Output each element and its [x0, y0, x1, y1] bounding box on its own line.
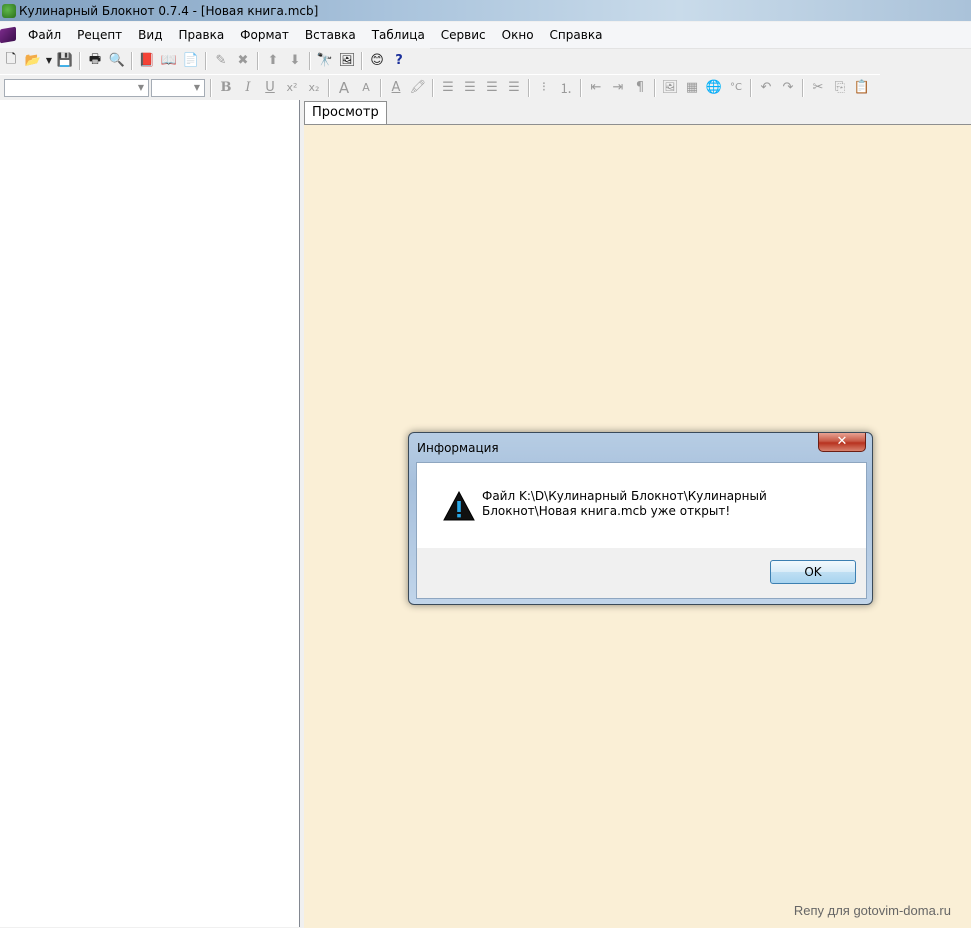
menu-insert[interactable]: Вставка	[297, 22, 364, 48]
paste-icon[interactable]: 📋	[851, 77, 873, 99]
chevron-down-icon: ▼	[193, 83, 201, 92]
close-button[interactable]: ✕	[818, 433, 866, 452]
underline-icon[interactable]: U	[259, 77, 281, 99]
ok-button[interactable]: OK	[770, 560, 856, 584]
smiley-icon[interactable]: 😊	[366, 50, 388, 72]
binoculars-find-icon[interactable]: 🔭	[314, 50, 336, 72]
toolbar-separator	[205, 51, 207, 70]
new-file-icon[interactable]: 🗋	[0, 50, 22, 72]
indent-icon[interactable]: ⇥	[607, 77, 629, 99]
undo-icon[interactable]: ↶	[755, 77, 777, 99]
highlight-icon[interactable]: 🖍	[407, 77, 429, 99]
insert-table-icon[interactable]: ▦	[681, 77, 703, 99]
superscript-icon[interactable]: x²	[281, 77, 303, 99]
toolbar-separator	[380, 78, 382, 97]
dialog-message: Файл K:\D\Кулинарный Блокнот\Кулинарный …	[482, 489, 767, 518]
delete-icon[interactable]: ✖	[232, 50, 254, 72]
toolbar-separator	[257, 51, 259, 70]
menu-recipe[interactable]: Рецепт	[69, 22, 130, 48]
increase-font-icon[interactable]: A	[333, 77, 355, 99]
menu-help[interactable]: Справка	[542, 22, 611, 48]
toolbar-separator	[654, 78, 656, 97]
italic-icon[interactable]: I	[237, 77, 259, 99]
main-toolbar: 🗋 📂 ▼ 💾 🖶 🔍 📕 📖 📄 ✎ ✖ ⬆ ⬇ 🔭 🖼 😊 ?	[0, 48, 430, 73]
info-dialog: Информация ✕ Файл K:\D\Кулинарный Блокно…	[408, 432, 873, 605]
toolbar-separator	[309, 51, 311, 70]
align-right-icon[interactable]: ☰	[481, 77, 503, 99]
warning-icon	[443, 491, 475, 521]
open-book-icon[interactable]: 📖	[158, 50, 180, 72]
toolbar-separator	[802, 78, 804, 97]
toolbar-separator	[580, 78, 582, 97]
watermark-text: Reпу для gotovim-doma.ru	[793, 903, 951, 918]
print-preview-icon[interactable]: 🔍	[106, 50, 128, 72]
align-left-icon[interactable]: ☰	[437, 77, 459, 99]
decrease-font-icon[interactable]: A	[355, 77, 377, 99]
print-icon[interactable]: 🖶	[84, 50, 106, 72]
insert-picture-icon[interactable]: 🖼	[659, 77, 681, 99]
outdent-icon[interactable]: ⇤	[585, 77, 607, 99]
edit-recipe-icon[interactable]: ✎	[210, 50, 232, 72]
menu-service[interactable]: Сервис	[433, 22, 494, 48]
window-titlebar[interactable]: Кулинарный Блокнот 0.7.4 - [Новая книга.…	[0, 0, 971, 21]
dialog-body: Файл K:\D\Кулинарный Блокнот\Кулинарный …	[416, 462, 867, 599]
format-toolbar: ▼ ▼ B I U x² x₂ A A A 🖍 ☰ ☰ ☰ ☰ ⁝ ⒈ ⇤ ⇥ …	[0, 74, 880, 100]
bold-icon[interactable]: B	[215, 77, 237, 99]
dialog-title: Информация	[417, 441, 499, 455]
dialog-button-bar: OK	[417, 548, 866, 598]
open-dropdown-arrow-icon[interactable]: ▼	[44, 50, 54, 72]
book-icon[interactable]: 📕	[136, 50, 158, 72]
cut-icon[interactable]: ✂	[807, 77, 829, 99]
move-down-icon[interactable]: ⬇	[284, 50, 306, 72]
redo-icon[interactable]: ↷	[777, 77, 799, 99]
menu-bar: Файл Рецепт Вид Правка Формат Вставка Та…	[0, 22, 971, 49]
subscript-icon[interactable]: x₂	[303, 77, 325, 99]
bullet-list-icon[interactable]: ⁝	[533, 77, 555, 99]
menu-file[interactable]: Файл	[20, 22, 69, 48]
document-menu-icon[interactable]	[0, 26, 16, 44]
menu-edit[interactable]: Правка	[171, 22, 233, 48]
copy-icon[interactable]: ⎘	[829, 77, 851, 99]
font-size-combo[interactable]: ▼	[151, 78, 205, 97]
chevron-down-icon: ▼	[137, 83, 145, 92]
toolbar-separator	[131, 51, 133, 70]
menu-table[interactable]: Таблица	[364, 22, 433, 48]
toolbar-separator	[210, 78, 212, 97]
page-icon[interactable]: 📄	[180, 50, 202, 72]
toolbar-separator	[528, 78, 530, 97]
toolbar-separator	[79, 51, 81, 70]
menu-view[interactable]: Вид	[130, 22, 170, 48]
save-icon[interactable]: 💾	[54, 50, 76, 72]
tab-preview[interactable]: Просмотр	[304, 101, 387, 124]
align-justify-icon[interactable]: ☰	[503, 77, 525, 99]
window-title: Кулинарный Блокнот 0.7.4 - [Новая книга.…	[19, 3, 319, 18]
toolbar-separator	[432, 78, 434, 97]
font-name-combo[interactable]: ▼	[4, 78, 149, 97]
help-icon[interactable]: ?	[388, 50, 410, 72]
recipe-tree-panel[interactable]	[0, 100, 300, 927]
toolbar-separator	[750, 78, 752, 97]
paragraph-mark-icon[interactable]: ¶	[629, 77, 651, 99]
toolbar-separator	[328, 78, 330, 97]
image-search-icon[interactable]: 🖼	[336, 50, 358, 72]
font-color-icon[interactable]: A	[385, 77, 407, 99]
app-icon	[2, 3, 16, 18]
open-folder-icon[interactable]: 📂	[22, 50, 44, 72]
insert-degree-icon[interactable]: °C	[725, 77, 747, 99]
numbered-list-icon[interactable]: ⒈	[555, 77, 577, 99]
align-center-icon[interactable]: ☰	[459, 77, 481, 99]
insert-globe-icon[interactable]: 🌐	[703, 77, 725, 99]
move-up-icon[interactable]: ⬆	[262, 50, 284, 72]
menu-format[interactable]: Формат	[232, 22, 297, 48]
close-icon: ✕	[836, 434, 848, 449]
menu-window[interactable]: Окно	[494, 22, 542, 48]
toolbar-separator	[361, 51, 363, 70]
